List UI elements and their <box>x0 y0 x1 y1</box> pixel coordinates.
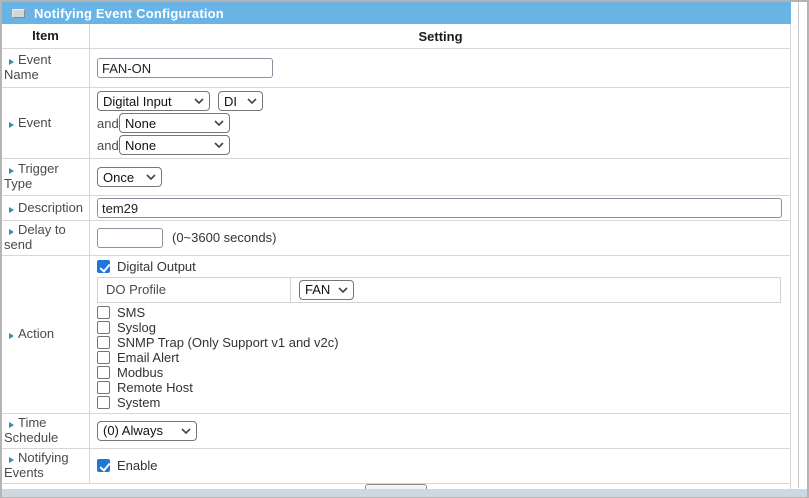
row-description: Description <box>2 196 790 221</box>
do-profile-select[interactable]: FAN <box>299 280 354 300</box>
chevron-down-icon <box>214 120 224 126</box>
do-profile-label: DO Profile <box>98 278 291 302</box>
bullet-arrow-icon <box>9 122 14 128</box>
row-trigger-type: Trigger Type Once <box>2 159 790 196</box>
description-input[interactable] <box>97 198 782 218</box>
time-schedule-select[interactable]: (0) Always <box>97 421 197 441</box>
page-divider-line <box>798 2 799 488</box>
checkbox-icon <box>97 306 110 319</box>
bullet-arrow-icon <box>9 422 14 428</box>
config-panel: Notifying Event Configuration Item Setti… <box>2 2 791 498</box>
section-box-icon <box>12 9 25 18</box>
chevron-down-icon <box>338 287 348 293</box>
bullet-arrow-icon <box>9 59 14 65</box>
row-event: Event Digital Input DI and <box>2 88 790 159</box>
bullet-arrow-icon <box>9 333 14 339</box>
checkbox-icon <box>97 351 110 364</box>
description-label: Description <box>18 200 83 215</box>
enable-checkbox[interactable]: Enable <box>97 458 157 473</box>
event-and-select-1[interactable]: None <box>119 113 230 133</box>
snmp-trap-checkbox[interactable]: SNMP Trap (Only Support v1 and v2c) <box>97 335 339 350</box>
checkbox-icon <box>97 459 110 472</box>
event-name-label: Event Name <box>4 52 51 82</box>
event-label: Event <box>18 115 51 130</box>
do-profile-subtable: DO Profile FAN <box>97 277 781 303</box>
modbus-checkbox[interactable]: Modbus <box>97 365 163 380</box>
delay-input[interactable] <box>97 228 163 248</box>
chevron-down-icon <box>247 98 257 104</box>
checkbox-icon <box>97 366 110 379</box>
notifying-events-label: Notifying Events <box>4 450 69 480</box>
checkbox-icon <box>97 321 110 334</box>
row-time-schedule: Time Schedule (0) Always <box>2 414 790 449</box>
digital-output-checkbox[interactable]: Digital Output <box>97 259 196 275</box>
notifying-event-configuration-page: Notifying Event Configuration Item Setti… <box>0 0 809 498</box>
event-and-select-2[interactable]: None <box>119 135 230 155</box>
checkbox-icon <box>97 336 110 349</box>
remote-host-checkbox[interactable]: Remote Host <box>97 380 193 395</box>
checkbox-icon <box>97 381 110 394</box>
page-title: Notifying Event Configuration <box>34 6 224 21</box>
email-alert-checkbox[interactable]: Email Alert <box>97 350 179 365</box>
chevron-down-icon <box>194 98 204 104</box>
event-di-select[interactable]: DI <box>218 91 263 111</box>
setting-column-header: Setting <box>90 24 790 48</box>
chevron-down-icon <box>214 142 224 148</box>
syslog-checkbox[interactable]: Syslog <box>97 320 156 335</box>
checkbox-icon <box>97 396 110 409</box>
chevron-down-icon <box>181 428 191 434</box>
delay-range-hint: (0~3600 seconds) <box>172 230 276 245</box>
row-event-name: Event Name <box>2 49 790 88</box>
row-notifying-events: Notifying Events Enable <box>2 449 790 484</box>
checkbox-icon <box>97 260 110 273</box>
bullet-arrow-icon <box>9 457 14 463</box>
action-label: Action <box>18 326 54 341</box>
event-name-input[interactable] <box>97 58 273 78</box>
trigger-type-select[interactable]: Once <box>97 167 162 187</box>
table-header-row: Item Setting <box>2 24 790 49</box>
delay-label: Delay to send <box>4 222 66 252</box>
panel-title-bar: Notifying Event Configuration <box>2 2 791 24</box>
bullet-arrow-icon <box>9 229 14 235</box>
bullet-arrow-icon <box>9 168 14 174</box>
and-label: and <box>97 138 119 153</box>
row-delay-to-send: Delay to send (0~3600 seconds) <box>2 221 790 256</box>
bullet-arrow-icon <box>9 207 14 213</box>
event-type-select[interactable]: Digital Input <box>97 91 210 111</box>
sms-checkbox[interactable]: SMS <box>97 305 145 320</box>
item-column-header: Item <box>2 24 90 48</box>
chevron-down-icon <box>146 174 156 180</box>
row-action: Action Digital Output DO Profile FAN <box>2 256 790 414</box>
trigger-type-label: Trigger Type <box>4 161 59 191</box>
settings-table: Item Setting Event Name Event Digital In… <box>2 24 791 498</box>
time-schedule-label: Time Schedule <box>4 415 58 445</box>
footer-bar <box>2 489 807 497</box>
system-checkbox[interactable]: System <box>97 395 160 410</box>
and-label: and <box>97 116 119 131</box>
